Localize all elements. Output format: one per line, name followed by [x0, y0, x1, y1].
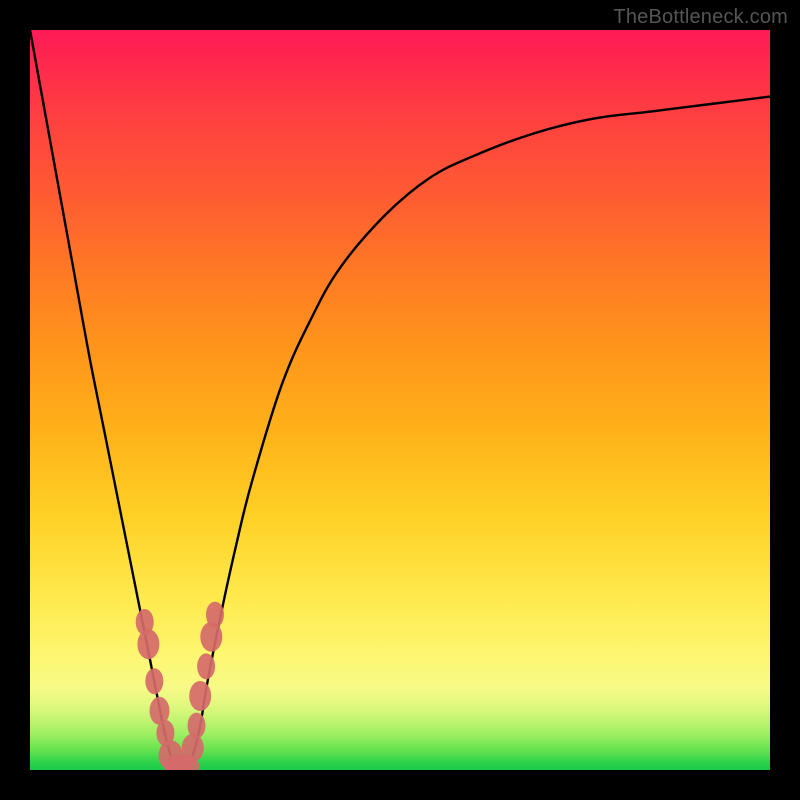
bottleneck-curve	[30, 30, 770, 770]
highlight-markers	[136, 602, 224, 770]
chart-frame: TheBottleneck.com	[0, 0, 800, 800]
highlight-point	[182, 734, 204, 762]
highlight-point	[189, 681, 211, 711]
chart-svg	[30, 30, 770, 770]
watermark-text: TheBottleneck.com	[613, 6, 788, 29]
highlight-point	[197, 653, 215, 679]
highlight-point	[145, 668, 163, 694]
plot-area	[30, 30, 770, 770]
highlight-point	[188, 713, 206, 739]
highlight-point	[137, 629, 159, 659]
highlight-point	[206, 602, 224, 628]
